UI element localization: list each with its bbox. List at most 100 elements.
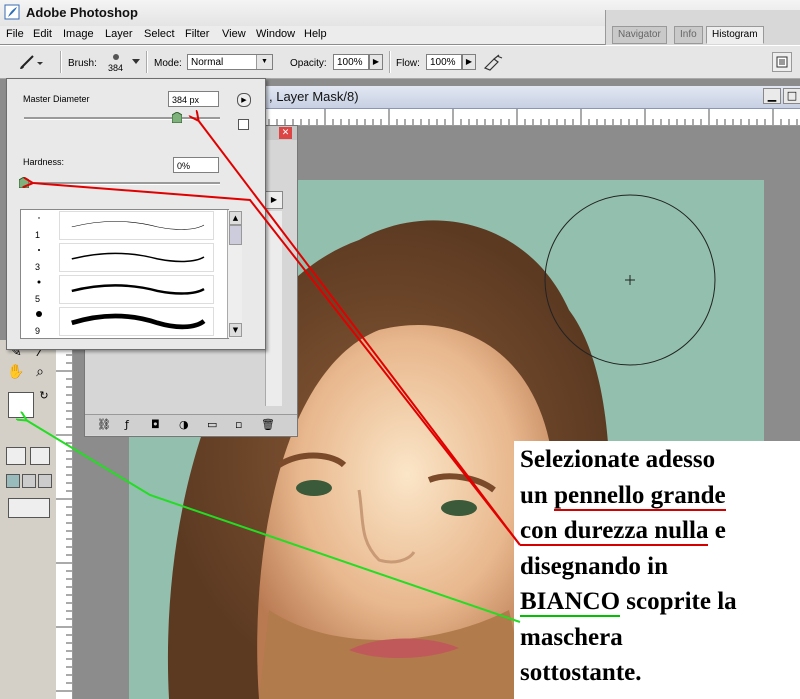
- brush-preset-item[interactable]: 1: [21, 210, 214, 241]
- layers-menu-button[interactable]: ▶: [265, 191, 283, 209]
- hardness-slider-thumb[interactable]: [19, 177, 29, 188]
- caption-fragment: e: [708, 517, 726, 544]
- document-title-bar[interactable]: , Layer Mask/8) ▁ □: [261, 86, 800, 109]
- menu-edit[interactable]: Edit: [33, 28, 52, 40]
- opacity-field[interactable]: 100%: [333, 54, 369, 70]
- brush-stroke-preview: [59, 211, 214, 240]
- soft-brush-tip-icon: [113, 54, 119, 60]
- brush-preset-list: 1 3 5 9 ▲ ▼: [20, 209, 242, 339]
- caption-line: Selezionate adesso: [520, 446, 716, 473]
- brush-label: Brush:: [68, 58, 97, 69]
- scroll-up-icon[interactable]: ▲: [229, 211, 242, 225]
- brush-preset-picker[interactable]: 384: [104, 50, 130, 76]
- options-bar: Brush: 384 Mode: Normal ▼ Opacity: 100% …: [0, 45, 800, 79]
- scroll-thumb[interactable]: [229, 225, 242, 245]
- mode-select[interactable]: Normal ▼: [187, 54, 273, 70]
- screen-mode-full-icon[interactable]: [38, 474, 52, 488]
- menu-layer[interactable]: Layer: [105, 28, 133, 40]
- flow-field[interactable]: 100%: [426, 54, 462, 70]
- chevron-down-icon[interactable]: [132, 59, 141, 65]
- app-title: Adobe Photoshop: [26, 5, 138, 20]
- flow-slider-button[interactable]: ▶: [462, 54, 476, 70]
- brush-tool-icon[interactable]: [18, 53, 44, 71]
- opacity-label: Opacity:: [290, 58, 327, 69]
- screen-mode-full-menu-icon[interactable]: [22, 474, 36, 488]
- quick-mask-mode-icon[interactable]: [30, 447, 50, 465]
- jump-to-imageready-icon[interactable]: [8, 498, 50, 518]
- brush-preset-item[interactable]: 3: [21, 242, 214, 273]
- foreground-color-swatch[interactable]: [8, 392, 34, 418]
- caption-box: Selezionate adesso un pennello grande co…: [514, 441, 800, 699]
- hand-tool-icon[interactable]: ✋: [6, 362, 26, 382]
- master-diameter-label: Master Diameter: [23, 94, 90, 104]
- brush-size-readout: 384: [108, 63, 124, 73]
- menu-image[interactable]: Image: [63, 28, 94, 40]
- master-diameter-field[interactable]: 384 px: [168, 91, 219, 107]
- menu-view[interactable]: View: [222, 28, 246, 40]
- new-group-icon[interactable]: ▭: [207, 418, 217, 431]
- brush-preset-size: 5: [35, 294, 41, 304]
- chevron-down-icon: ▼: [256, 55, 272, 69]
- brush-stroke-preview: [59, 307, 214, 336]
- layer-mask-icon[interactable]: ◘: [151, 418, 160, 431]
- minimize-button[interactable]: ▁: [763, 88, 781, 104]
- new-layer-icon[interactable]: ▫: [235, 418, 242, 431]
- caption-highlight-zero-hardness: con durezza nulla: [520, 517, 709, 546]
- document-title: , Layer Mask/8): [269, 89, 359, 104]
- menu-file[interactable]: File: [6, 28, 24, 40]
- tab-histogram[interactable]: Histogram: [706, 26, 764, 44]
- popup-menu-button[interactable]: ▶: [237, 93, 251, 107]
- zoom-tool-icon[interactable]: ⌕: [30, 362, 50, 382]
- brush-preset-item[interactable]: 9: [21, 306, 214, 337]
- layer-style-icon[interactable]: ƒ: [125, 418, 129, 431]
- new-preset-icon[interactable]: [238, 119, 249, 130]
- layers-footer: ⛓ ƒ ◘ ◑ ▭ ▫ 🗑: [85, 414, 297, 435]
- flow-label: Flow:: [396, 58, 420, 69]
- caption-highlight-big-brush: pennello grande: [554, 481, 726, 511]
- mode-label: Mode:: [154, 58, 182, 69]
- tab-navigator[interactable]: Navigator: [612, 26, 667, 44]
- hardness-label: Hardness:: [23, 157, 65, 167]
- palette-icon: [776, 56, 788, 68]
- scroll-down-icon[interactable]: ▼: [229, 323, 242, 337]
- preset-list-scrollbar[interactable]: ▲ ▼: [227, 210, 242, 338]
- swap-colors-icon[interactable]: ↻: [34, 386, 54, 406]
- layers-scrollbar[interactable]: [265, 211, 282, 406]
- brush-stroke-preview: [59, 275, 214, 304]
- palette-toggle-button[interactable]: [772, 52, 792, 72]
- trash-icon[interactable]: 🗑: [261, 418, 275, 431]
- brush-preset-size: 9: [35, 326, 41, 336]
- hardness-field[interactable]: 0%: [173, 157, 219, 173]
- screen-mode-standard-icon[interactable]: [6, 474, 20, 488]
- standard-mode-icon[interactable]: [6, 447, 26, 465]
- brush-stroke-preview: [59, 243, 214, 272]
- caption-fragment: scoprite la: [620, 588, 737, 615]
- caption-line: disegnando in: [520, 552, 668, 580]
- airbrush-icon[interactable]: [482, 53, 504, 71]
- brush-preset-size: 3: [35, 262, 41, 272]
- menu-help[interactable]: Help: [304, 28, 327, 40]
- maximize-button[interactable]: □: [783, 88, 800, 104]
- menu-filter[interactable]: Filter: [185, 28, 209, 40]
- caption-text: Selezionate adesso un pennello grande co…: [520, 442, 737, 691]
- link-layers-icon[interactable]: ⛓: [97, 418, 111, 431]
- palette-well: Navigator Info Histogram: [605, 10, 800, 46]
- caption-line: maschera: [520, 623, 623, 651]
- photoshop-feather-icon: [4, 4, 20, 20]
- menu-bar: File Edit Image Layer Select Filter View…: [0, 26, 605, 44]
- caption-line: con durezza nulla e: [520, 513, 737, 549]
- horizontal-ruler: [261, 109, 800, 126]
- close-icon[interactable]: ✕: [279, 127, 292, 139]
- adjustment-layer-icon[interactable]: ◑: [179, 418, 189, 431]
- opacity-slider-button[interactable]: ▶: [369, 54, 383, 70]
- menu-window[interactable]: Window: [256, 28, 295, 40]
- master-diameter-slider-thumb[interactable]: [171, 112, 182, 123]
- brush-preset-item[interactable]: 5: [21, 274, 214, 305]
- menu-select[interactable]: Select: [144, 28, 175, 40]
- caption-line: sottostante.: [520, 659, 642, 686]
- hardness-slider-track[interactable]: [24, 182, 220, 185]
- master-diameter-slider-track[interactable]: [24, 117, 220, 120]
- tab-info[interactable]: Info: [674, 26, 703, 44]
- caption-line: BIANCO scoprite la: [520, 584, 737, 620]
- caption-fragment: un: [520, 481, 555, 509]
